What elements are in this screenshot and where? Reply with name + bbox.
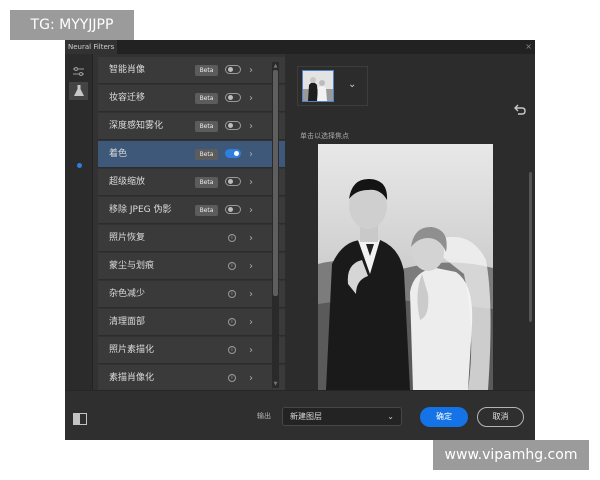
neural-filters-window: Neural Filters × 智能肖像 Beta › 妆容迁移 Beta ›… bbox=[65, 40, 535, 440]
preview-scrollbar[interactable] bbox=[529, 172, 532, 322]
filter-label: 移除 JPEG 伪影 bbox=[109, 205, 172, 215]
chevron-down-icon[interactable]: ⌄ bbox=[348, 79, 356, 90]
filter-label: 照片素描化 bbox=[109, 345, 155, 355]
filter-toggle[interactable] bbox=[225, 177, 241, 186]
filter-label: 智能肖像 bbox=[109, 65, 146, 75]
info-icon[interactable]: i bbox=[228, 262, 236, 270]
beta-badge: Beta bbox=[195, 93, 218, 104]
bottom-bar: 输出 新建图层 ⌄ 确定 取消 bbox=[65, 390, 535, 440]
chevron-right-icon[interactable]: › bbox=[249, 57, 253, 84]
tab-neural-filters[interactable]: Neural Filters bbox=[65, 40, 118, 54]
scrollbar-thumb[interactable] bbox=[273, 70, 278, 296]
preview-panel: ⌄ 单击以选择焦点 bbox=[285, 54, 535, 390]
output-select-value: 新建图层 bbox=[290, 412, 322, 421]
info-icon[interactable]: i bbox=[228, 290, 236, 298]
watermark-top: TG: MYYJJPP bbox=[10, 10, 134, 40]
output-select[interactable]: 新建图层 ⌄ bbox=[282, 407, 402, 426]
filter-label: 蒙尘与划痕 bbox=[109, 261, 155, 271]
info-icon[interactable]: i bbox=[228, 318, 236, 326]
preview-image[interactable] bbox=[318, 144, 493, 390]
chevron-right-icon[interactable]: › bbox=[249, 309, 253, 336]
filter-toggle[interactable] bbox=[225, 65, 241, 74]
chevron-right-icon[interactable]: › bbox=[249, 225, 253, 252]
info-icon[interactable]: i bbox=[228, 346, 236, 354]
filter-toggle[interactable] bbox=[225, 121, 241, 130]
tool-column bbox=[65, 54, 93, 390]
ok-button[interactable]: 确定 bbox=[420, 407, 468, 427]
beta-badge: Beta bbox=[195, 177, 218, 188]
active-indicator-dot bbox=[77, 163, 82, 168]
filter-label: 超级缩放 bbox=[109, 177, 146, 187]
filter-label: 清理面部 bbox=[109, 317, 146, 327]
chevron-right-icon[interactable]: › bbox=[249, 141, 253, 168]
cancel-button[interactable]: 取消 bbox=[477, 407, 524, 427]
chevron-right-icon[interactable]: › bbox=[249, 337, 253, 364]
info-icon[interactable]: i bbox=[228, 234, 236, 242]
chevron-right-icon[interactable]: › bbox=[249, 365, 253, 390]
watermark-bottom: www.vipamhg.com bbox=[433, 440, 589, 470]
beta-badge: Beta bbox=[195, 205, 218, 216]
chevron-down-icon: ⌄ bbox=[387, 412, 394, 421]
filter-label: 照片恢复 bbox=[109, 233, 146, 243]
chevron-right-icon[interactable]: › bbox=[249, 281, 253, 308]
chevron-right-icon[interactable]: › bbox=[249, 169, 253, 196]
scroll-down-icon[interactable]: ▼ bbox=[272, 380, 279, 388]
reference-thumbnail[interactable] bbox=[302, 70, 334, 102]
chevron-right-icon[interactable]: › bbox=[249, 253, 253, 280]
filter-toggle[interactable] bbox=[225, 149, 241, 158]
preview-toggle-icon[interactable] bbox=[73, 410, 87, 425]
chevron-right-icon[interactable]: › bbox=[249, 197, 253, 224]
filter-toggle[interactable] bbox=[225, 93, 241, 102]
close-icon[interactable]: × bbox=[525, 40, 532, 54]
beta-badge: Beta bbox=[195, 149, 218, 160]
filter-label: 杂色减少 bbox=[109, 289, 146, 299]
scroll-up-icon[interactable]: ▲ bbox=[272, 62, 279, 70]
beta-badge: Beta bbox=[195, 121, 218, 132]
filter-list-scrollbar[interactable]: ▲ ▼ bbox=[272, 62, 279, 388]
flask-icon[interactable] bbox=[69, 82, 88, 100]
info-icon[interactable]: i bbox=[228, 374, 236, 382]
beta-badge: Beta bbox=[195, 65, 218, 76]
tab-bar: Neural Filters × bbox=[65, 40, 535, 54]
focus-hint: 单击以选择焦点 bbox=[300, 132, 349, 140]
filter-label: 妆容迁移 bbox=[109, 93, 146, 103]
filter-label: 素描肖像化 bbox=[109, 373, 155, 383]
chevron-right-icon[interactable]: › bbox=[249, 85, 253, 112]
output-label: 输出 bbox=[257, 412, 271, 420]
undo-icon[interactable] bbox=[513, 102, 527, 116]
filter-label: 深度感知雾化 bbox=[109, 121, 164, 131]
reference-thumbnail-selector[interactable]: ⌄ bbox=[297, 66, 368, 106]
chevron-right-icon[interactable]: › bbox=[249, 113, 253, 140]
filter-toggle[interactable] bbox=[225, 205, 241, 214]
filter-label: 着色 bbox=[109, 149, 128, 159]
sliders-icon[interactable] bbox=[69, 62, 88, 80]
